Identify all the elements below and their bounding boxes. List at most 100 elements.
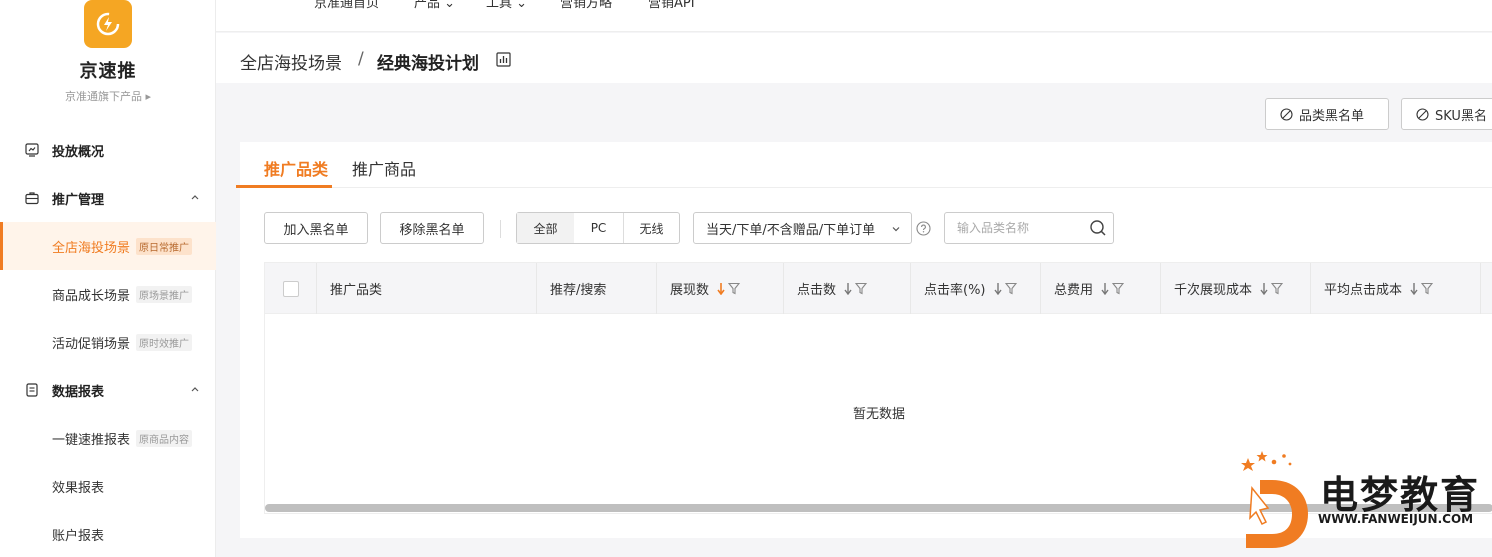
briefcase-icon bbox=[24, 190, 40, 206]
tab-promo-category[interactable]: 推广品类 bbox=[264, 156, 328, 180]
column-header: 平均点击成本 bbox=[1311, 263, 1481, 314]
column-header-label: 总费用 bbox=[1054, 283, 1094, 298]
topnav-home[interactable]: 京准通首页 bbox=[314, 0, 379, 11]
sort-icon[interactable] bbox=[844, 282, 852, 295]
nav-promo-label: 推广管理 bbox=[52, 192, 105, 208]
watermark-logo: 电梦教育 WWW.FANWEIJUN.COM bbox=[1238, 450, 1492, 550]
chevron-up-icon[interactable] bbox=[190, 383, 200, 398]
topnav-products-label: 产品 bbox=[414, 0, 441, 11]
brand-subtitle-link[interactable]: 京准通旗下产品 ▸ bbox=[0, 88, 216, 104]
sort-icon[interactable] bbox=[1101, 282, 1109, 295]
column-header: 千次展现成本 bbox=[1161, 263, 1311, 314]
search-icon[interactable] bbox=[1089, 219, 1107, 241]
column-header-label: 推广品类 bbox=[330, 283, 383, 298]
topnav-tools[interactable]: 工具 ⌄ bbox=[486, 0, 527, 11]
category-blacklist-label: 品类黑名单 bbox=[1299, 108, 1365, 124]
topnav-tools-label: 工具 bbox=[486, 0, 513, 11]
column-header: 总费用 bbox=[1041, 263, 1161, 314]
filter-icon[interactable] bbox=[1421, 282, 1434, 295]
nav-data-reports[interactable]: 数据报表 bbox=[0, 366, 216, 414]
sidebar-item-label: 商品成长场景 bbox=[52, 288, 131, 304]
breadcrumb-parent-link[interactable]: 全店海投场景 bbox=[240, 49, 342, 74]
nav-promo-management[interactable]: 推广管理 bbox=[0, 174, 216, 222]
tab-bar: 推广品类 推广商品 bbox=[236, 142, 1492, 188]
column-header: 点击率(%) bbox=[911, 263, 1041, 314]
empty-state-text: 暂无数据 bbox=[852, 407, 905, 422]
sidebar-item-promo-scene[interactable]: 活动促销场景 原时效推广 bbox=[0, 318, 216, 366]
sidebar-item-label: 全店海投场景 bbox=[52, 240, 131, 256]
date-order-select[interactable]: 当天/下单/不含赠品/下单订单 bbox=[693, 212, 912, 244]
menu-toggle-icon[interactable] bbox=[242, 0, 256, 6]
date-order-select-value: 当天/下单/不含赠品/下单订单 bbox=[706, 222, 876, 238]
nav-reports-label: 数据报表 bbox=[52, 384, 105, 400]
breadcrumb: 全店海投场景 / 经典海投计划 bbox=[216, 33, 1492, 83]
help-icon[interactable] bbox=[916, 221, 931, 240]
sort-icon[interactable] bbox=[993, 282, 1002, 295]
filter-icon[interactable] bbox=[1004, 282, 1017, 295]
sidebar-item-effect-report[interactable]: 效果报表 bbox=[0, 462, 216, 510]
sidebar-item-tag: 原日常推广 bbox=[136, 237, 193, 255]
sku-blacklist-label: SKU黑名 bbox=[1435, 108, 1487, 124]
column-header-label: 千次展现成本 bbox=[1174, 283, 1253, 298]
tab-promo-product[interactable]: 推广商品 bbox=[352, 156, 416, 180]
chart-icon[interactable] bbox=[496, 52, 511, 71]
column-header: 点击数 bbox=[784, 263, 911, 314]
sidebar: 京速推 京准通旗下产品 ▸ 投放概况 推广管理 全店海投场景 原日常推广 商品成… bbox=[0, 0, 216, 557]
sort-icon[interactable] bbox=[1410, 282, 1418, 295]
sidebar-item-growth-scene[interactable]: 商品成长场景 原场景推广 bbox=[0, 270, 216, 318]
sku-blacklist-button[interactable]: SKU黑名 bbox=[1401, 98, 1492, 130]
filter-icon[interactable] bbox=[855, 282, 868, 295]
segment-mobile[interactable]: 无线 bbox=[624, 213, 679, 243]
top-navigation: 京准通首页 产品 ⌄ 工具 ⌄ 营销方略 营销API bbox=[216, 0, 1492, 32]
add-blacklist-button[interactable]: 加入黑名单 bbox=[264, 212, 368, 244]
topnav-strategy[interactable]: 营销方略 bbox=[560, 0, 612, 11]
search-input[interactable] bbox=[945, 213, 1085, 243]
column-header-label: 平均点击成本 bbox=[1324, 283, 1403, 298]
column-header-label: 点击数 bbox=[797, 283, 837, 298]
brand-logo[interactable] bbox=[84, 0, 132, 48]
column-header: 推广品类 bbox=[317, 263, 537, 314]
nav-overview-label: 投放概况 bbox=[52, 144, 105, 160]
page-title: 经典海投计划 bbox=[377, 54, 479, 74]
chevron-up-icon[interactable] bbox=[190, 191, 200, 206]
topnav-api[interactable]: 营销API bbox=[648, 0, 695, 11]
topnav-products[interactable]: 产品 ⌄ bbox=[414, 0, 455, 11]
category-blacklist-button[interactable]: 品类黑名单 bbox=[1265, 98, 1389, 130]
column-header-label: 点击率(%) bbox=[924, 283, 986, 298]
sidebar-item-tag: 原场景推广 bbox=[136, 285, 193, 303]
watermark-title: 电梦教育 bbox=[1320, 473, 1481, 517]
sidebar-item-label: 活动促销场景 bbox=[52, 336, 131, 352]
column-header-label: 展现数 bbox=[670, 283, 710, 298]
monitor-icon bbox=[24, 142, 40, 158]
header-checkbox-cell bbox=[265, 263, 317, 314]
active-tab-indicator bbox=[236, 185, 332, 188]
segment-pc[interactable]: PC bbox=[574, 213, 624, 243]
sidebar-item-quick-report[interactable]: 一键速推报表 原商品内容 bbox=[0, 414, 216, 462]
remove-blacklist-button[interactable]: 移除黑名单 bbox=[380, 212, 484, 244]
nav-overview[interactable]: 投放概况 bbox=[0, 126, 216, 174]
sidebar-item-store-scene[interactable]: 全店海投场景 原日常推广 bbox=[0, 222, 216, 270]
table-header: 推广品类 推荐/搜索 展现数 点击数 点击率(%) 总费用 千次展现成本 平均点… bbox=[265, 263, 1492, 314]
filter-icon[interactable] bbox=[728, 282, 741, 295]
filter-icon[interactable] bbox=[1271, 282, 1284, 295]
sidebar-item-tag: 原时效推广 bbox=[136, 333, 193, 351]
sidebar-item-tag: 原商品内容 bbox=[136, 429, 193, 447]
sort-desc-icon[interactable] bbox=[717, 282, 725, 295]
segment-all[interactable]: 全部 bbox=[517, 213, 574, 243]
column-header: 推荐/搜索 bbox=[537, 263, 657, 314]
lightning-logo-icon bbox=[96, 12, 120, 36]
select-all-checkbox[interactable] bbox=[283, 280, 299, 297]
watermark-d-icon bbox=[1241, 451, 1308, 548]
sidebar-item-account-report[interactable]: 账户报表 bbox=[0, 510, 216, 557]
brand-name: 京速推 bbox=[79, 61, 137, 82]
chevron-down-icon bbox=[891, 223, 901, 238]
toolbar-divider bbox=[500, 220, 501, 238]
sidebar-item-label: 账户报表 bbox=[52, 528, 105, 544]
sort-icon[interactable] bbox=[1260, 282, 1268, 295]
filter-icon[interactable] bbox=[1112, 282, 1125, 295]
blacklist-icon bbox=[1280, 107, 1293, 121]
category-search bbox=[944, 212, 1114, 244]
column-header: 展现数 bbox=[657, 263, 784, 314]
device-segment-control: 全部 PC 无线 bbox=[516, 212, 680, 244]
blacklist-icon bbox=[1416, 107, 1429, 121]
